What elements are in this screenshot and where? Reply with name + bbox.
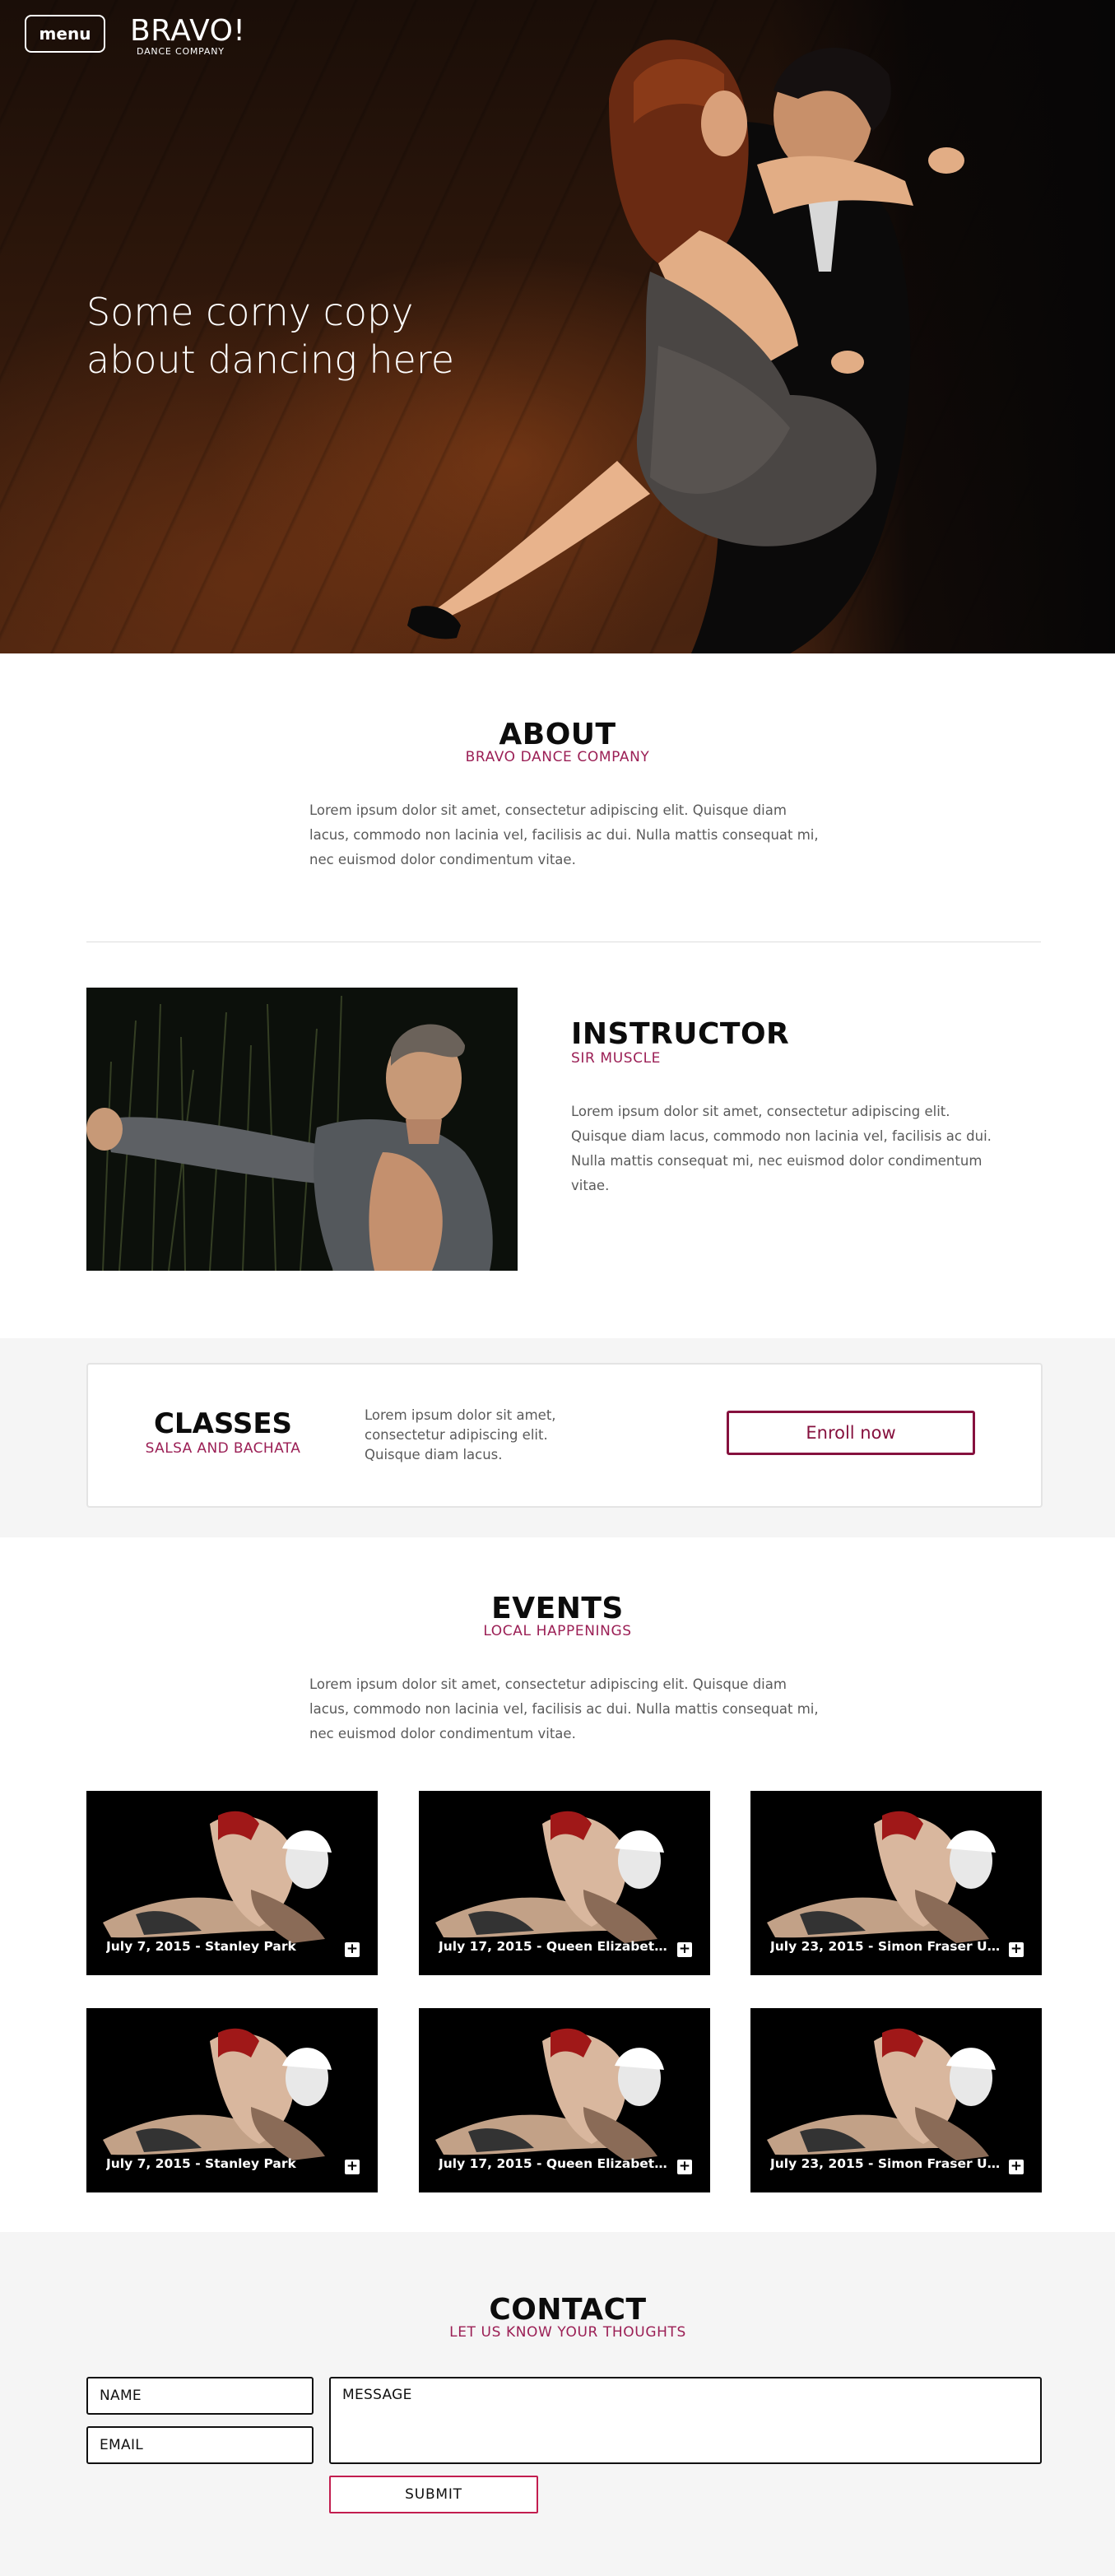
events-text-line: Lorem ipsum dolor sit amet, consectetur … (309, 1676, 787, 1692)
plus-icon[interactable]: + (345, 1942, 360, 1957)
submit-button[interactable]: SUBMIT (329, 2476, 538, 2513)
hero-banner: menu BRAVO! DANCE COMPANY Some corny cop… (0, 0, 1115, 653)
logo[interactable]: BRAVO! DANCE COMPANY (130, 14, 246, 58)
event-label: July 23, 2015 - Simon Fraser Uni... (770, 2156, 1002, 2171)
event-card[interactable]: July 17, 2015 - Queen Elizabeth... + (419, 1791, 710, 1975)
plus-icon[interactable]: + (1009, 2160, 1024, 2174)
plus-icon[interactable]: + (677, 1942, 692, 1957)
instructor-subtitle: SIR MUSCLE (571, 1050, 662, 1067)
instructor-text-line: vitae. (571, 1178, 610, 1193)
hero-headline-line: Some corny copy (86, 290, 414, 334)
events-text-line: lacus, commodo non lacinia vel, facilisi… (309, 1701, 819, 1717)
events-title: EVENTS (491, 1592, 624, 1625)
menu-button[interactable]: menu (25, 15, 105, 53)
classes-subtitle: SALSA AND BACHATA (145, 1440, 301, 1457)
instructor-text: Lorem ipsum dolor sit amet, consectetur … (571, 1100, 1032, 1198)
instructor-image (86, 988, 518, 1271)
classes-text-line: Quisque diam lacus. (365, 1447, 503, 1462)
event-label: July 7, 2015 - Stanley Park (106, 2156, 296, 2171)
hero-headline-line: about dancing here (86, 337, 454, 382)
contact-subtitle: LET US KNOW YOUR THOUGHTS (449, 2324, 686, 2341)
enroll-now-button[interactable]: Enroll now (727, 1411, 975, 1455)
classes-text-line: consectetur adipiscing elit. (365, 1427, 548, 1443)
about-text-line: lacus, commodo non lacinia vel, facilisi… (309, 827, 819, 843)
contact-title: CONTACT (489, 2293, 647, 2327)
instructor-title: INSTRUCTOR (571, 1017, 790, 1051)
plus-icon[interactable]: + (345, 2160, 360, 2174)
plus-icon[interactable]: + (677, 2160, 692, 2174)
events-text-line: nec euismod dolor condimentum vitae. (309, 1726, 576, 1741)
event-label: July 17, 2015 - Queen Elizabeth... (439, 2156, 671, 2171)
events-subtitle: LOCAL HAPPENINGS (483, 1623, 632, 1639)
event-label: July 17, 2015 - Queen Elizabeth... (439, 1939, 671, 1954)
instructor-text-line: Nulla mattis consequat mi, nec euismod d… (571, 1153, 983, 1169)
hero-headline: Some corny copy about dancing here (86, 288, 514, 384)
instructor-text-line: Lorem ipsum dolor sit amet, consectetur … (571, 1104, 950, 1119)
event-label: July 7, 2015 - Stanley Park (106, 1939, 296, 1954)
classes-text-line: Lorem ipsum dolor sit amet, (365, 1407, 556, 1423)
about-text: Lorem ipsum dolor sit amet, consectetur … (309, 798, 853, 872)
event-label: July 23, 2015 - Simon Fraser Uni... (770, 1939, 1002, 1954)
events-text: Lorem ipsum dolor sit amet, consectetur … (309, 1672, 853, 1746)
event-card[interactable]: July 23, 2015 - Simon Fraser Uni... + (750, 2008, 1042, 2192)
email-field[interactable] (86, 2426, 314, 2464)
about-subtitle: BRAVO DANCE COMPANY (465, 749, 650, 765)
about-title: ABOUT (499, 718, 616, 751)
about-text-line: Lorem ipsum dolor sit amet, consectetur … (309, 802, 787, 818)
plus-icon[interactable]: + (1009, 1942, 1024, 1957)
event-card[interactable]: July 17, 2015 - Queen Elizabeth... + (419, 2008, 710, 2192)
logo-title: BRAVO! (130, 14, 246, 48)
classes-title: CLASSES (153, 1407, 293, 1440)
classes-text: Lorem ipsum dolor sit amet, consectetur … (365, 1406, 611, 1465)
about-text-line: nec euismod dolor condimentum vitae. (309, 852, 576, 867)
event-card[interactable]: July 23, 2015 - Simon Fraser Uni... + (750, 1791, 1042, 1975)
event-card[interactable]: July 7, 2015 - Stanley Park + (86, 1791, 378, 1975)
event-card[interactable]: July 7, 2015 - Stanley Park + (86, 2008, 378, 2192)
instructor-text-line: Quisque diam lacus, commodo non lacinia … (571, 1128, 992, 1144)
instructor-photo (86, 988, 518, 1271)
message-field[interactable] (329, 2377, 1042, 2464)
name-field[interactable] (86, 2377, 314, 2415)
